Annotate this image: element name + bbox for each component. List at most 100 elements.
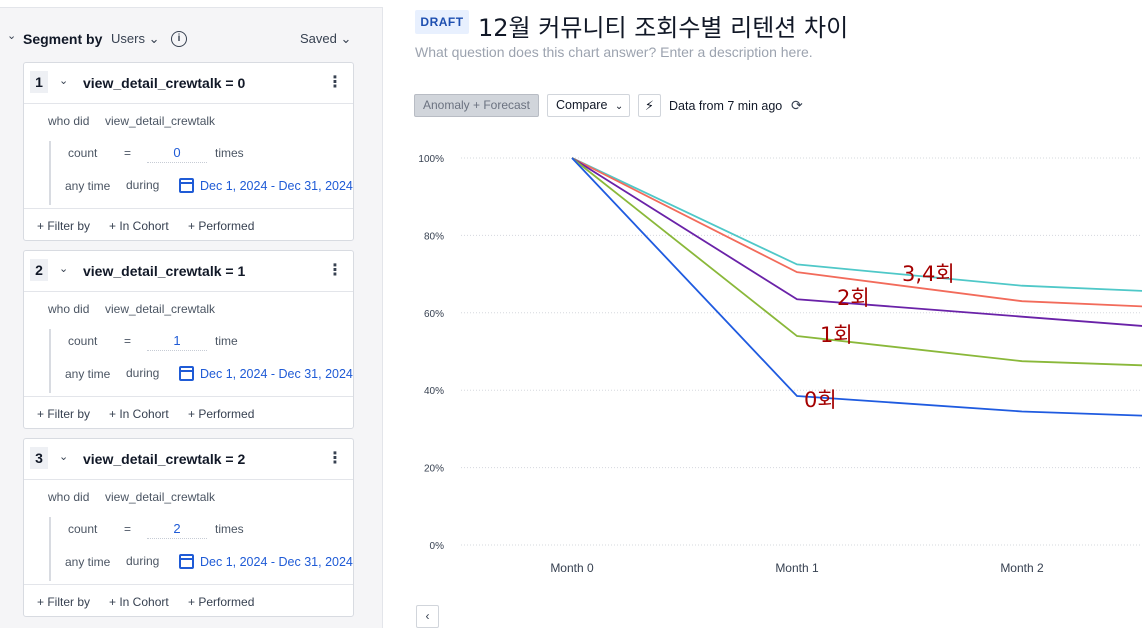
chevron-down-icon: ⌄ (614, 101, 624, 112)
who-did-label: who did (48, 302, 90, 316)
operator[interactable]: = (124, 146, 131, 160)
count-unit: times (215, 146, 244, 160)
compare-dropdown[interactable]: Compare ⌄ (547, 94, 630, 117)
chevron-down-icon[interactable]: ⌄ (7, 29, 16, 42)
date-range[interactable]: Dec 1, 2024 - Dec 31, 2024 (200, 179, 353, 193)
saved-dropdown[interactable]: Saved ⌄ (300, 31, 351, 47)
event-name[interactable]: view_detail_crewtalk (105, 302, 215, 316)
x-tick-label: Month 1 (775, 561, 819, 575)
who-did-label: who did (48, 490, 90, 504)
date-range[interactable]: Dec 1, 2024 - Dec 31, 2024 (200, 367, 353, 381)
event-name[interactable]: view_detail_crewtalk (105, 490, 215, 504)
series-annotation: 0회 (804, 388, 837, 412)
refresh-icon[interactable]: ⟳ (791, 97, 803, 114)
chart-description-input[interactable]: What question does this chart answer? En… (415, 44, 813, 60)
condition-bar (49, 329, 51, 393)
panel-top-bar (0, 0, 383, 8)
segment-card: 3 ⌄ view_detail_crewtalk = 2 ⋮ who did v… (23, 438, 354, 617)
y-tick-label: 100% (418, 154, 444, 165)
series-annotation: 1회 (820, 323, 853, 347)
segment-card-header[interactable]: 3 ⌄ view_detail_crewtalk = 2 ⋮ (24, 439, 353, 480)
performed-button[interactable]: + Performed (188, 595, 254, 609)
count-unit: time (215, 334, 238, 348)
condition-bar (49, 141, 51, 205)
users-dropdown[interactable]: Users ⌄ (111, 31, 159, 47)
count-label[interactable]: count (68, 334, 97, 348)
calendar-icon[interactable] (179, 366, 194, 381)
performed-button[interactable]: + Performed (188, 219, 254, 233)
any-time-label[interactable]: any time (65, 179, 110, 193)
chevron-down-icon[interactable]: ⌄ (59, 262, 68, 275)
kebab-menu-icon[interactable]: ⋮ (327, 260, 343, 280)
bolt-icon[interactable]: ⚡ (638, 94, 661, 117)
date-range[interactable]: Dec 1, 2024 - Dec 31, 2024 (200, 555, 353, 569)
compare-label: Compare (556, 98, 608, 112)
chevron-down-icon: ⌄ (148, 31, 160, 46)
segment-header: ⌄ Segment by Users ⌄ i Saved ⌄ (0, 28, 383, 50)
segment-card: 2 ⌄ view_detail_crewtalk = 1 ⋮ who did v… (23, 250, 354, 429)
data-freshness-label: Data from 7 min ago (669, 99, 783, 113)
count-value-input[interactable]: 0 (147, 145, 207, 163)
saved-label: Saved (300, 31, 337, 46)
count-value-input[interactable]: 1 (147, 333, 207, 351)
x-tick-label: Month 2 (1000, 561, 1044, 575)
segment-index: 3 (30, 447, 48, 469)
segment-name[interactable]: view_detail_crewtalk = 0 (83, 75, 245, 91)
in-cohort-button[interactable]: + In Cohort (109, 407, 169, 421)
who-did-label: who did (48, 114, 90, 128)
during-label[interactable]: during (126, 178, 159, 192)
operator[interactable]: = (124, 522, 131, 536)
count-unit: times (215, 522, 244, 536)
segment-name[interactable]: view_detail_crewtalk = 1 (83, 263, 245, 279)
in-cohort-button[interactable]: + In Cohort (109, 219, 169, 233)
kebab-menu-icon[interactable]: ⋮ (327, 72, 343, 92)
segment-card-footer: + Filter by + In Cohort + Performed (24, 396, 353, 429)
segment-by-title: Segment by (23, 31, 103, 47)
y-tick-label: 60% (424, 309, 444, 320)
segment-card-footer: + Filter by + In Cohort + Performed (24, 584, 353, 617)
retention-chart: 100%80%60%40%20%0%Month 0Month 1Month 2M… (418, 154, 1142, 575)
performed-button[interactable]: + Performed (188, 407, 254, 421)
segment-index: 1 (30, 71, 48, 93)
count-label[interactable]: count (68, 146, 97, 160)
users-label: Users (111, 31, 145, 46)
kebab-menu-icon[interactable]: ⋮ (327, 448, 343, 468)
operator[interactable]: = (124, 334, 131, 348)
chevron-left-icon[interactable]: ‹ (416, 605, 439, 628)
y-tick-label: 20% (424, 464, 444, 475)
filter-by-button[interactable]: + Filter by (37, 407, 90, 421)
any-time-label[interactable]: any time (65, 555, 110, 569)
in-cohort-button[interactable]: + In Cohort (109, 595, 169, 609)
segment-card-footer: + Filter by + In Cohort + Performed (24, 208, 353, 241)
anomaly-forecast-button[interactable]: Anomaly + Forecast (414, 94, 539, 117)
event-name[interactable]: view_detail_crewtalk (105, 114, 215, 128)
segment-card-header[interactable]: 2 ⌄ view_detail_crewtalk = 1 ⋮ (24, 251, 353, 292)
during-label[interactable]: during (126, 554, 159, 568)
segment-card: 1 ⌄ view_detail_crewtalk = 0 ⋮ who did v… (23, 62, 354, 241)
any-time-label[interactable]: any time (65, 367, 110, 381)
chevron-down-icon[interactable]: ⌄ (59, 450, 68, 463)
filter-by-button[interactable]: + Filter by (37, 219, 90, 233)
segment-name[interactable]: view_detail_crewtalk = 2 (83, 451, 245, 467)
calendar-icon[interactable] (179, 554, 194, 569)
chevron-down-icon[interactable]: ⌄ (59, 74, 68, 87)
during-label[interactable]: during (126, 366, 159, 380)
count-value-input[interactable]: 2 (147, 521, 207, 539)
y-tick-label: 80% (424, 231, 444, 242)
y-tick-label: 0% (430, 541, 445, 552)
series-line (571, 157, 1142, 367)
segment-card-header[interactable]: 1 ⌄ view_detail_crewtalk = 0 ⋮ (24, 63, 353, 104)
chevron-down-icon: ⌄ (340, 31, 352, 46)
draft-badge: DRAFT (415, 10, 469, 34)
x-tick-label: Month 0 (550, 561, 594, 575)
series-annotation: 2회 (837, 286, 870, 310)
count-label[interactable]: count (68, 522, 97, 536)
series-annotation: 3,4회 (902, 262, 955, 286)
segment-panel: ⌄ Segment by Users ⌄ i Saved ⌄ 1 ⌄ view_… (0, 0, 383, 628)
calendar-icon[interactable] (179, 178, 194, 193)
chart-title[interactable]: 12월 커뮤니티 조회수별 리텐션 차이 (478, 8, 848, 43)
y-tick-label: 40% (424, 386, 444, 397)
info-icon[interactable]: i (171, 31, 187, 47)
segment-index: 2 (30, 259, 48, 281)
filter-by-button[interactable]: + Filter by (37, 595, 90, 609)
